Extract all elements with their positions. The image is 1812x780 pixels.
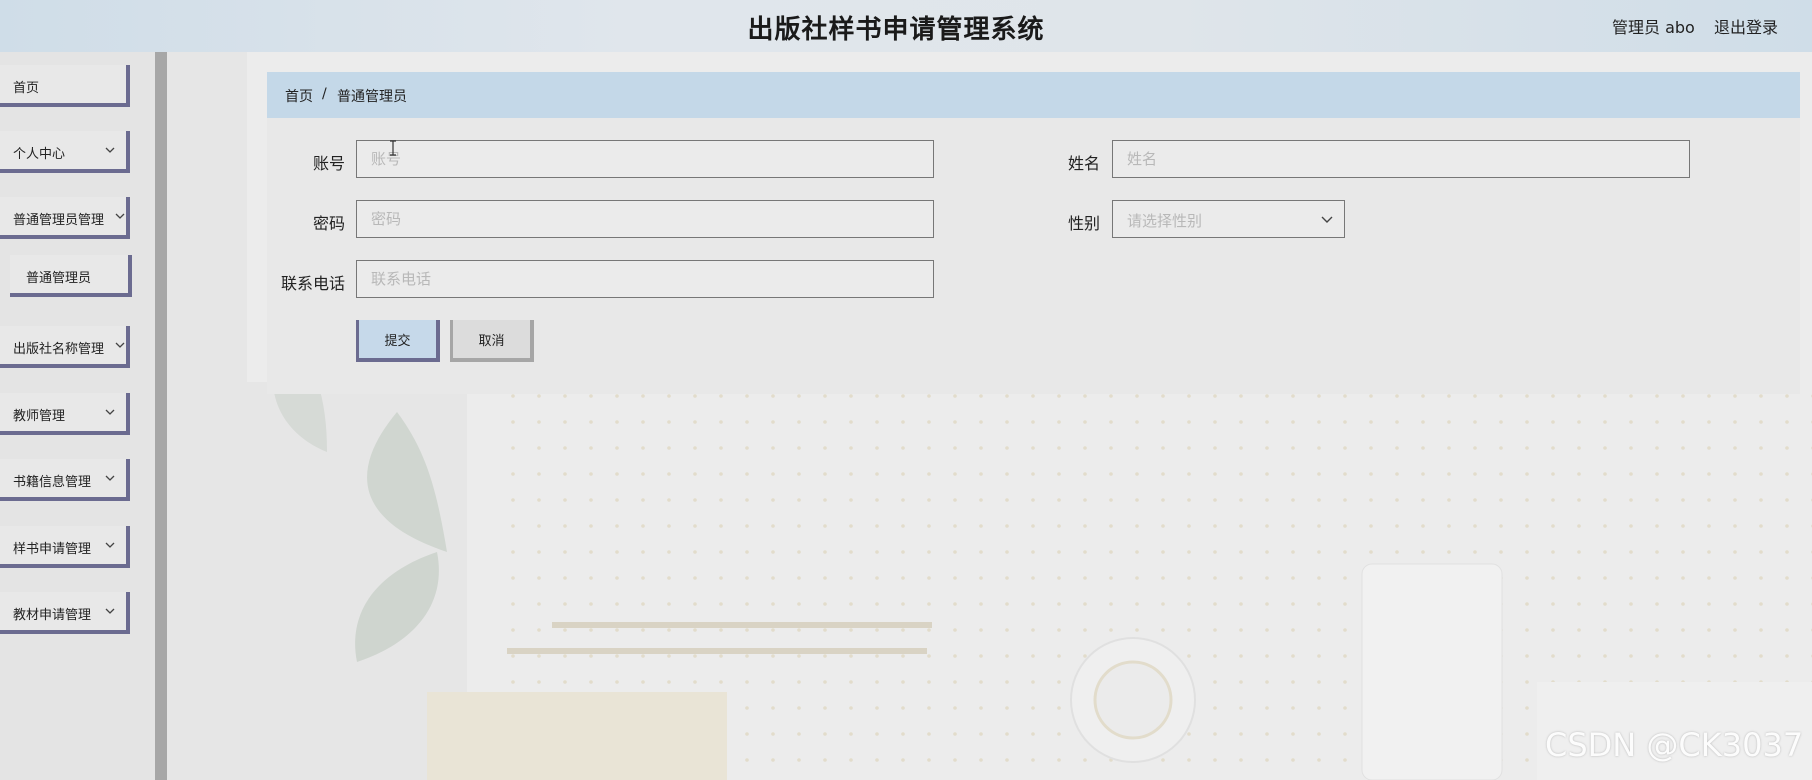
sidebar-item-admin-management[interactable]: 普通管理员管理 bbox=[0, 197, 130, 239]
breadcrumb-current: 普通管理员 bbox=[337, 89, 407, 105]
gender-label: 性别 bbox=[1067, 214, 1100, 233]
sidebar-item-label: 出版社名称管理 bbox=[13, 342, 105, 357]
name-input[interactable] bbox=[1112, 140, 1690, 178]
chevron-down-icon bbox=[105, 542, 115, 548]
top-header: 出版社样书申请管理系统 管理员 abo 退出登录 bbox=[0, 0, 1812, 52]
chevron-down-icon bbox=[105, 608, 115, 614]
chevron-down-icon bbox=[105, 475, 115, 481]
sidebar-item-label: 普通管理员 bbox=[26, 271, 92, 286]
sidebar-item-label: 个人中心 bbox=[13, 147, 66, 162]
sidebar-item-publisher-management[interactable]: 出版社名称管理 bbox=[0, 326, 130, 368]
breadcrumb: 首页 / 普通管理员 bbox=[267, 72, 1800, 118]
sidebar-subitem-admin[interactable]: 普通管理员 bbox=[10, 255, 132, 297]
breadcrumb-home[interactable]: 首页 bbox=[285, 86, 313, 106]
sidebar-item-book-info-management[interactable]: 书籍信息管理 bbox=[0, 459, 130, 501]
sidebar-item-label: 样书申请管理 bbox=[13, 542, 92, 557]
phone-label: 联系电话 bbox=[280, 274, 345, 293]
account-input[interactable] bbox=[356, 140, 934, 178]
cancel-button[interactable]: 取消 bbox=[450, 320, 534, 362]
phone-input[interactable] bbox=[356, 260, 934, 298]
sidebar-item-label: 首页 bbox=[13, 81, 40, 96]
account-label: 账号 bbox=[312, 154, 345, 173]
name-label: 姓名 bbox=[1067, 154, 1100, 173]
sidebar-item-textbook-request-management[interactable]: 教材申请管理 bbox=[0, 592, 130, 634]
sidebar-item-label: 教师管理 bbox=[13, 409, 66, 424]
submit-button[interactable]: 提交 bbox=[356, 320, 440, 362]
logout-link[interactable]: 退出登录 bbox=[1714, 14, 1778, 38]
sidebar: 首页 个人中心 普通管理员管理 普通管理员 出版社名称管理 教师管理 书籍信息管… bbox=[0, 52, 155, 780]
chevron-down-icon bbox=[115, 342, 125, 348]
sidebar-item-label: 书籍信息管理 bbox=[13, 475, 92, 490]
watermark: CSDN @CK3037 bbox=[1545, 726, 1804, 764]
sidebar-scrollbar[interactable] bbox=[155, 52, 167, 780]
chevron-down-icon bbox=[115, 213, 125, 219]
sidebar-item-teacher-management[interactable]: 教师管理 bbox=[0, 393, 130, 435]
app-title: 出版社样书申请管理系统 bbox=[747, 15, 1045, 45]
chevron-down-icon bbox=[105, 409, 115, 415]
password-label: 密码 bbox=[312, 214, 345, 233]
current-user-label: 管理员 abo bbox=[1612, 18, 1695, 37]
chevron-down-icon bbox=[105, 147, 115, 153]
gender-select-placeholder: 请选择性别 bbox=[1127, 212, 1203, 230]
sidebar-item-sample-request-management[interactable]: 样书申请管理 bbox=[0, 526, 130, 568]
chevron-down-icon bbox=[1321, 216, 1333, 223]
password-input[interactable] bbox=[356, 200, 934, 238]
gender-select[interactable]: 请选择性别 bbox=[1112, 200, 1345, 238]
sidebar-item-label: 普通管理员管理 bbox=[13, 213, 105, 228]
breadcrumb-separator: / bbox=[322, 86, 327, 102]
sidebar-item-label: 教材申请管理 bbox=[13, 608, 92, 623]
sidebar-item-personal-center[interactable]: 个人中心 bbox=[0, 131, 130, 173]
sidebar-item-home[interactable]: 首页 bbox=[0, 65, 130, 107]
text-cursor-icon bbox=[390, 140, 396, 156]
